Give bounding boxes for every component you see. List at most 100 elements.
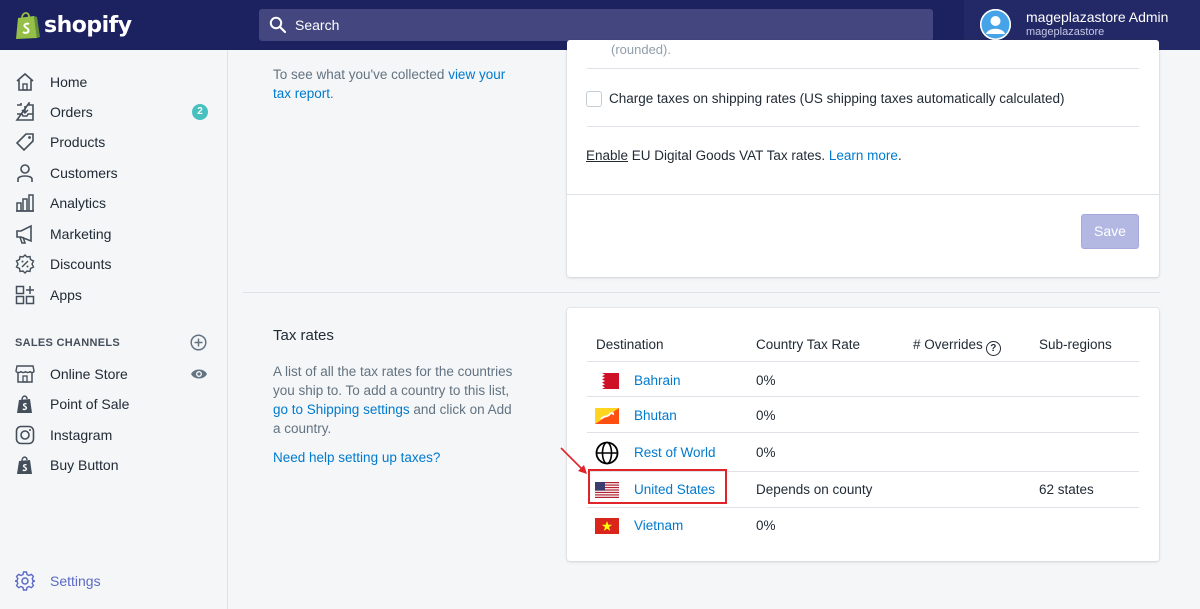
country-link[interactable]: Vietnam bbox=[634, 518, 683, 533]
avatar bbox=[980, 9, 1011, 40]
shipping-settings-link[interactable]: go to Shipping settings bbox=[273, 402, 410, 417]
column-header-sub-regions: Sub-regions bbox=[1039, 337, 1112, 352]
tax-report-text: To see what you've collected bbox=[273, 67, 449, 82]
table-row: Bahrain 0% bbox=[567, 363, 1159, 398]
sidebar-item-label: Apps bbox=[50, 287, 82, 303]
globe-icon bbox=[595, 441, 619, 465]
eu-vat-text: EU Digital Goods VAT Tax rates. bbox=[628, 148, 829, 163]
sidebar-item-point-of-sale[interactable]: Point of Sale bbox=[0, 390, 228, 418]
gear-icon bbox=[15, 571, 35, 591]
country-tax-rate: 0% bbox=[756, 408, 776, 423]
section-divider bbox=[243, 292, 1160, 293]
bahrain-flag-icon bbox=[595, 373, 619, 389]
user-name: mageplazastore Admin bbox=[1026, 9, 1169, 25]
sidebar-item-label: Analytics bbox=[50, 195, 107, 211]
tax-rates-description: A list of all the tax rates for the coun… bbox=[273, 362, 513, 438]
sidebar-item-label: Orders bbox=[50, 104, 93, 120]
store-icon bbox=[15, 365, 35, 383]
sidebar-item-label: Online Store bbox=[50, 366, 128, 382]
add-sales-channel-icon[interactable] bbox=[190, 334, 207, 351]
table-row: Bhutan 0% bbox=[567, 398, 1159, 433]
megaphone-icon bbox=[16, 224, 32, 244]
apps-icon bbox=[15, 285, 35, 305]
help-setting-up-taxes-link[interactable]: Need help setting up taxes? bbox=[273, 450, 440, 465]
user-store: mageplazastore bbox=[1026, 26, 1105, 38]
tax-rates-desc-text: A list of all the tax rates for the coun… bbox=[273, 364, 513, 398]
sidebar-item-label: Buy Button bbox=[50, 457, 119, 473]
bhutan-flag-icon bbox=[595, 408, 619, 424]
divider bbox=[567, 194, 1159, 195]
sub-regions: 62 states bbox=[1039, 482, 1094, 497]
sidebar-item-buy-button[interactable]: Buy Button bbox=[0, 451, 228, 479]
charge-shipping-tax-label[interactable]: Charge taxes on shipping rates (US shipp… bbox=[609, 91, 1065, 106]
sidebar-item-analytics[interactable]: Analytics bbox=[0, 189, 228, 217]
row-divider bbox=[587, 361, 1139, 362]
search-input[interactable]: Search bbox=[295, 17, 339, 33]
divider bbox=[587, 68, 1139, 69]
sales-channels-title: SALES CHANNELS bbox=[15, 337, 121, 349]
shopify-bag-icon bbox=[16, 12, 40, 39]
sidebar-item-label: Products bbox=[50, 134, 106, 150]
row-divider bbox=[587, 396, 1139, 397]
search-icon bbox=[269, 16, 287, 34]
vietnam-flag-icon bbox=[595, 518, 619, 534]
sidebar-item-label: Instagram bbox=[50, 427, 113, 443]
orders-count-badge: 2 bbox=[192, 104, 208, 120]
sidebar-item-home[interactable]: Home bbox=[0, 68, 228, 96]
red-arrow-icon bbox=[560, 447, 587, 474]
save-button[interactable]: Save bbox=[1081, 214, 1139, 249]
shopify-logo[interactable]: shopify bbox=[14, 9, 132, 41]
table-row: Vietnam 0% bbox=[567, 508, 1159, 543]
sidebar-item-products[interactable]: Products bbox=[0, 128, 228, 156]
shopify-wordmark: shopify bbox=[44, 12, 132, 38]
sidebar-item-settings[interactable]: Settings bbox=[0, 567, 228, 595]
tag-icon bbox=[15, 133, 34, 152]
sidebar-item-label: Discounts bbox=[50, 256, 112, 272]
learn-more-link[interactable]: Learn more bbox=[829, 148, 898, 163]
user-avatar-icon bbox=[980, 9, 1011, 40]
tax-rates-title: Tax rates bbox=[273, 327, 334, 344]
sidebar-item-instagram[interactable]: Instagram bbox=[0, 421, 228, 449]
eu-vat-line: Enable EU Digital Goods VAT Tax rates. L… bbox=[586, 148, 902, 163]
sidebar-item-apps[interactable]: Apps bbox=[0, 281, 228, 309]
sidebar-item-label: Customers bbox=[50, 165, 118, 181]
tax-settings-card: (rounded). Charge taxes on shipping rate… bbox=[567, 40, 1159, 277]
sidebar-item-discounts[interactable]: Discounts bbox=[0, 250, 228, 278]
search-bar[interactable]: Search bbox=[259, 9, 933, 41]
tax-report-description: To see what you've collected view your t… bbox=[273, 65, 518, 103]
pos-bag-icon bbox=[17, 395, 32, 413]
sidebar-item-online-store[interactable]: Online Store bbox=[0, 360, 228, 388]
divider bbox=[587, 126, 1139, 127]
enable-eu-vat-link[interactable]: Enable bbox=[586, 148, 628, 163]
help-circle-icon[interactable]: ? bbox=[985, 341, 1001, 356]
view-store-eye-icon[interactable] bbox=[190, 367, 208, 381]
rounded-note: (rounded). bbox=[611, 42, 671, 57]
row-divider bbox=[587, 432, 1139, 433]
tax-rates-card: Destination Country Tax Rate # Overrides… bbox=[560, 308, 1159, 561]
main-content: To see what you've collected view your t… bbox=[228, 40, 1200, 609]
united-states-highlight-box bbox=[588, 469, 727, 504]
sidebar-item-label: Home bbox=[50, 74, 88, 90]
table-row: Rest of World 0% bbox=[567, 435, 1159, 470]
country-link[interactable]: Bahrain bbox=[634, 373, 681, 388]
country-tax-rate: 0% bbox=[756, 518, 776, 533]
tax-report-suffix: . bbox=[330, 86, 334, 101]
column-header-overrides: # Overrides? bbox=[913, 337, 1001, 356]
sidebar-item-label: Point of Sale bbox=[50, 396, 130, 412]
country-link[interactable]: Rest of World bbox=[634, 445, 716, 460]
instagram-icon bbox=[15, 425, 35, 445]
sidebar-item-orders[interactable]: Orders 2 bbox=[0, 98, 228, 126]
charge-shipping-tax-checkbox[interactable] bbox=[586, 91, 602, 107]
column-header-country-tax-rate: Country Tax Rate bbox=[756, 337, 861, 352]
country-tax-rate: 0% bbox=[756, 445, 776, 460]
discount-icon bbox=[15, 254, 35, 274]
sidebar-item-marketing[interactable]: Marketing bbox=[0, 220, 228, 248]
home-icon bbox=[16, 72, 34, 91]
country-tax-rate: 0% bbox=[756, 373, 776, 388]
sidebar-item-label: Settings bbox=[50, 573, 101, 589]
sidebar-item-customers[interactable]: Customers bbox=[0, 159, 228, 187]
overrides-header-label: # Overrides bbox=[913, 337, 983, 352]
country-link[interactable]: Bhutan bbox=[634, 408, 677, 423]
bar-chart-icon bbox=[16, 194, 34, 212]
buy-button-bag-icon bbox=[17, 456, 32, 474]
